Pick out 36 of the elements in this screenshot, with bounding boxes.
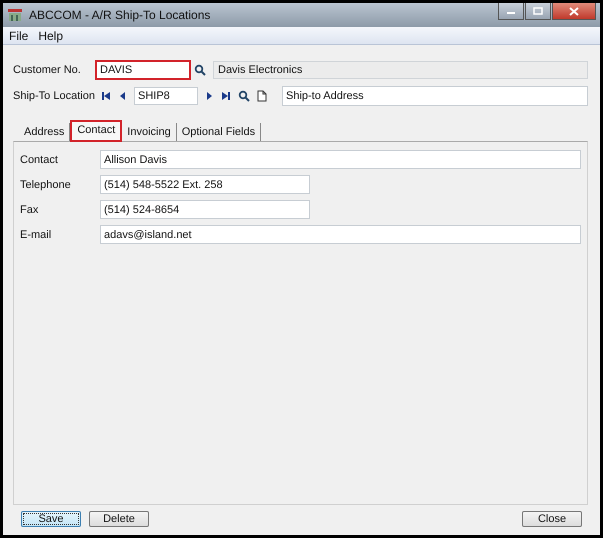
text-field[interactable]: Allison Davis: [100, 150, 581, 169]
tab[interactable]: Contact: [70, 120, 122, 142]
field-label: Telephone: [20, 178, 72, 190]
previous-record-icon[interactable]: [118, 91, 126, 101]
search-icon[interactable]: [194, 64, 206, 76]
last-record-icon[interactable]: [221, 91, 231, 101]
search-icon[interactable]: [238, 90, 250, 102]
new-document-icon[interactable]: [257, 90, 267, 102]
field-label: Ship-To Location: [13, 90, 96, 102]
close-button[interactable]: [552, 3, 596, 20]
tab[interactable]: Optional Fields: [176, 123, 262, 141]
field-label: Fax: [20, 204, 40, 216]
close-icon: [569, 6, 579, 16]
field-label: Contact: [20, 154, 59, 166]
push-button[interactable]: Delete: [89, 511, 149, 527]
field-label: E-mail: [20, 228, 52, 240]
tab[interactable]: Invoicing: [122, 123, 177, 141]
description-field[interactable]: Ship-to Address: [282, 86, 588, 106]
push-button[interactable]: Save: [21, 511, 81, 527]
first-record-icon[interactable]: [101, 91, 111, 101]
push-button[interactable]: Close: [522, 511, 582, 527]
menu-item[interactable]: Help: [38, 28, 64, 42]
customer-name-field: Davis Electronics: [213, 61, 588, 79]
app-icon: [7, 8, 23, 22]
ship-to-location-field[interactable]: SHIP8: [134, 87, 198, 105]
text-field[interactable]: adavs@island.net: [100, 225, 581, 244]
next-record-icon[interactable]: [206, 91, 214, 101]
window-title: ABCCOM - A/R Ship-To Locations: [29, 8, 210, 22]
menu-item[interactable]: File: [9, 28, 28, 42]
maximize-button[interactable]: [525, 3, 551, 20]
minimize-button[interactable]: [498, 3, 524, 20]
maximize-icon: [533, 7, 543, 15]
field-label: Customer No.: [13, 64, 82, 76]
text-field[interactable]: (514) 524-8654: [100, 200, 310, 219]
text-field[interactable]: (514) 548-5522 Ext. 258: [100, 175, 310, 194]
customer-number-field[interactable]: DAVIS: [95, 60, 191, 80]
